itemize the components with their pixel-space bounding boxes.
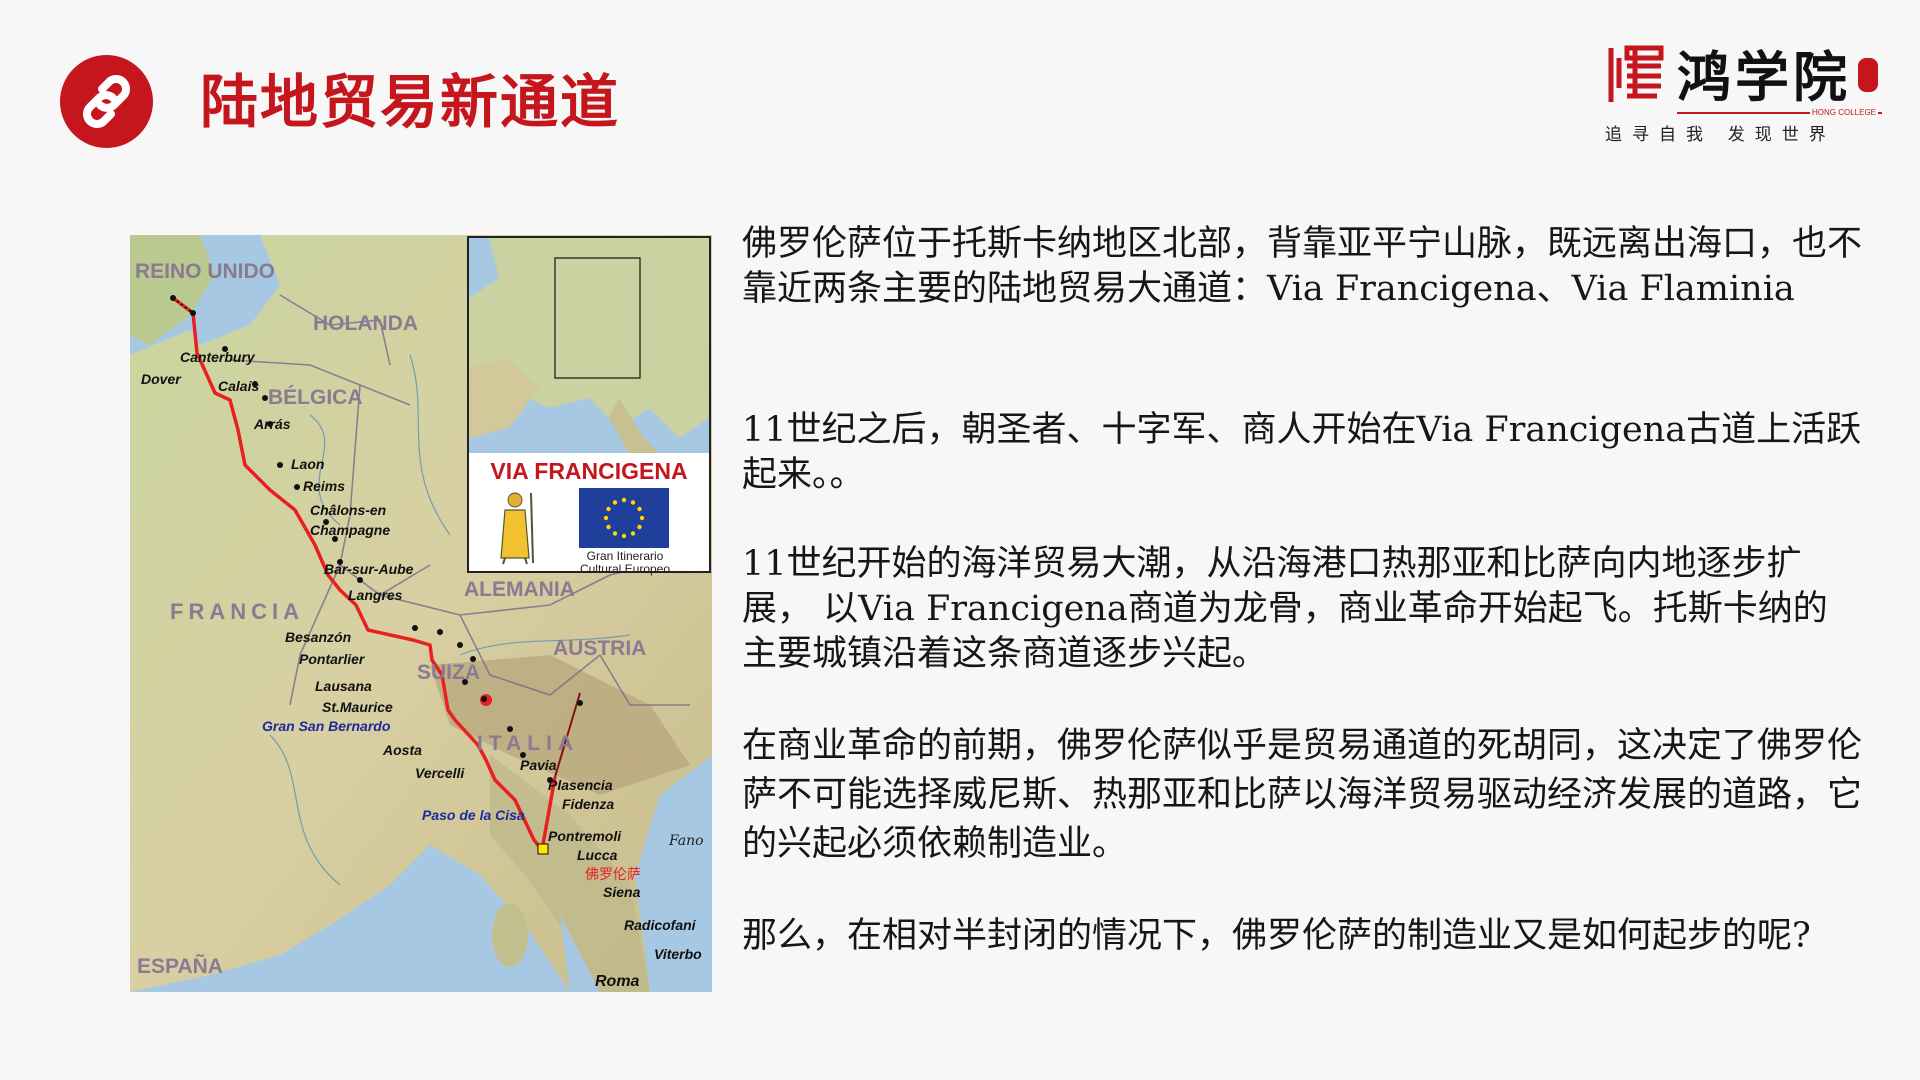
inset-caption-line: Cultural Europeo: [579, 562, 671, 576]
logo-emblem-icon: [1608, 45, 1664, 102]
inset-title: VIA FRANCIGENA: [490, 458, 688, 484]
eu-flag-icon: [579, 488, 669, 548]
paragraph: 11世纪开始的海洋贸易大潮，从沿海港口热那亚和比萨向内地逐步扩展， 以Via F…: [742, 544, 1828, 674]
pilgrim-icon: [500, 492, 534, 565]
paragraph: 那么，在相对半封闭的情况下，佛罗伦萨的制造业又是如何起步的呢?: [742, 916, 1811, 956]
logo-english: HONG COLLEGE: [1810, 108, 1879, 117]
college-logo: 鸿学院 HONG COLLEGE 追寻自我 发现世界: [1605, 42, 1885, 152]
page-title: 陆地贸易新通道: [200, 68, 621, 136]
inset-caption: Gran Itinerario Cultural Europeo: [565, 550, 685, 576]
link-icon-badge: [60, 55, 153, 148]
logo-name: 鸿学院: [1677, 45, 1851, 109]
paragraph: 在商业革命的前期，佛罗伦萨似乎是贸易通道的死胡同，这决定了佛罗伦萨不可能选择威尼…: [742, 726, 1863, 864]
europe-inset-map: [469, 238, 709, 453]
paragraph: 佛罗伦萨位于托斯卡纳地区北部，背靠亚平宁山脉，既远离出海口，也不靠近两条主要的陆…: [742, 224, 1863, 309]
paragraph: 11世纪之后，朝圣者、十字军、商人开始在Via Francigena古道上活跃起…: [742, 410, 1862, 495]
via-francigena-inset: VIA FRANCIGENA Gran Itinerario Cultural …: [467, 236, 711, 576]
link-icon: [83, 75, 130, 128]
logo-seal-icon: [1858, 58, 1878, 92]
logo-slogan: 追寻自我 发现世界: [1605, 125, 1836, 144]
